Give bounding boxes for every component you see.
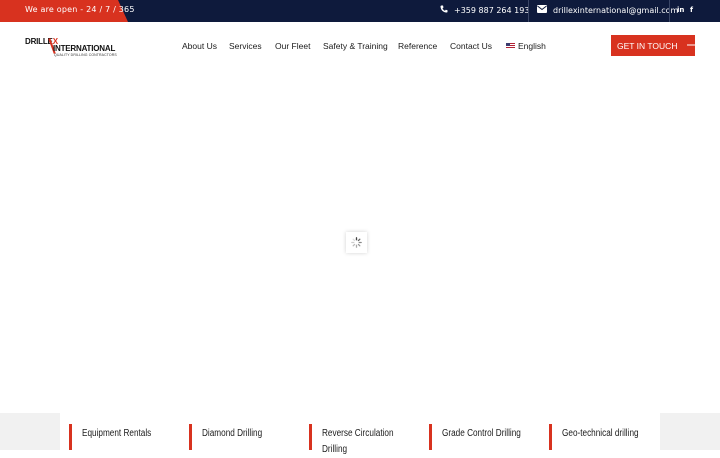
- service-title: Diamond Drilling: [202, 428, 263, 439]
- nav-contact-us[interactable]: Contact Us: [450, 41, 492, 51]
- nav-about-us[interactable]: About Us: [182, 41, 217, 51]
- nav-our-fleet[interactable]: Our Fleet: [275, 41, 310, 51]
- logo-line-2: INTERNATIONAL: [53, 44, 116, 53]
- us-flag-icon: [506, 43, 515, 49]
- phone-icon: [440, 5, 448, 15]
- language-label: English: [518, 41, 546, 51]
- card-accent-bar: [429, 424, 432, 450]
- top-bar: We are open - 24 / 7 / 365 +359 887 264 …: [0, 0, 720, 22]
- card-accent-bar: [69, 424, 72, 450]
- service-card[interactable]: Diamond Drilling: [180, 413, 300, 450]
- drillex-logo[interactable]: DRILLEX INTERNATIONAL QUALITY DRILLING C…: [25, 37, 125, 59]
- service-title: Reverse Circulation Drilling: [322, 428, 394, 455]
- phone-contact[interactable]: +359 887 264 193: [440, 5, 529, 15]
- card-accent-bar: [309, 424, 312, 450]
- site-header: DRILLEX INTERNATIONAL QUALITY DRILLING C…: [0, 22, 720, 70]
- service-card[interactable]: Equipment Rentals: [60, 413, 180, 450]
- nav-services[interactable]: Services: [229, 41, 262, 51]
- top-bar-divider: [528, 0, 529, 22]
- service-title: Grade Control Drilling: [442, 428, 521, 439]
- service-card[interactable]: Reverse Circulation Drilling: [300, 413, 420, 455]
- email-address[interactable]: drillexinternational@gmail.com: [553, 6, 678, 15]
- get-in-touch-button[interactable]: GET IN TOUCH ⟶: [611, 35, 699, 56]
- service-title: Equipment Rentals: [82, 428, 152, 439]
- phone-number[interactable]: +359 887 264 193: [454, 6, 529, 15]
- logo-tagline: QUALITY DRILLING CONTRACTORS: [54, 53, 117, 57]
- language-switcher[interactable]: English: [506, 41, 546, 51]
- spinner-icon: [351, 237, 362, 248]
- loading-spinner: [346, 232, 367, 253]
- service-card[interactable]: Grade Control Drilling: [420, 413, 540, 450]
- linkedin-icon[interactable]: in: [677, 6, 684, 14]
- facebook-icon[interactable]: f: [690, 6, 693, 14]
- service-title: Geo-technical drilling: [562, 428, 639, 439]
- card-accent-bar: [549, 424, 552, 450]
- card-accent-bar: [189, 424, 192, 450]
- open-hours-text: We are open - 24 / 7 / 365: [25, 5, 135, 14]
- arrow-right-icon: ⟶: [686, 40, 700, 50]
- nav-safety-training[interactable]: Safety & Training: [323, 41, 388, 51]
- nav-reference[interactable]: Reference: [398, 41, 437, 51]
- cta-label: GET IN TOUCH: [617, 40, 678, 51]
- top-bar-divider: [669, 0, 670, 22]
- service-card[interactable]: Geo-technical drilling: [540, 413, 660, 450]
- email-contact[interactable]: drillexinternational@gmail.com: [537, 5, 678, 15]
- envelope-icon: [537, 5, 547, 15]
